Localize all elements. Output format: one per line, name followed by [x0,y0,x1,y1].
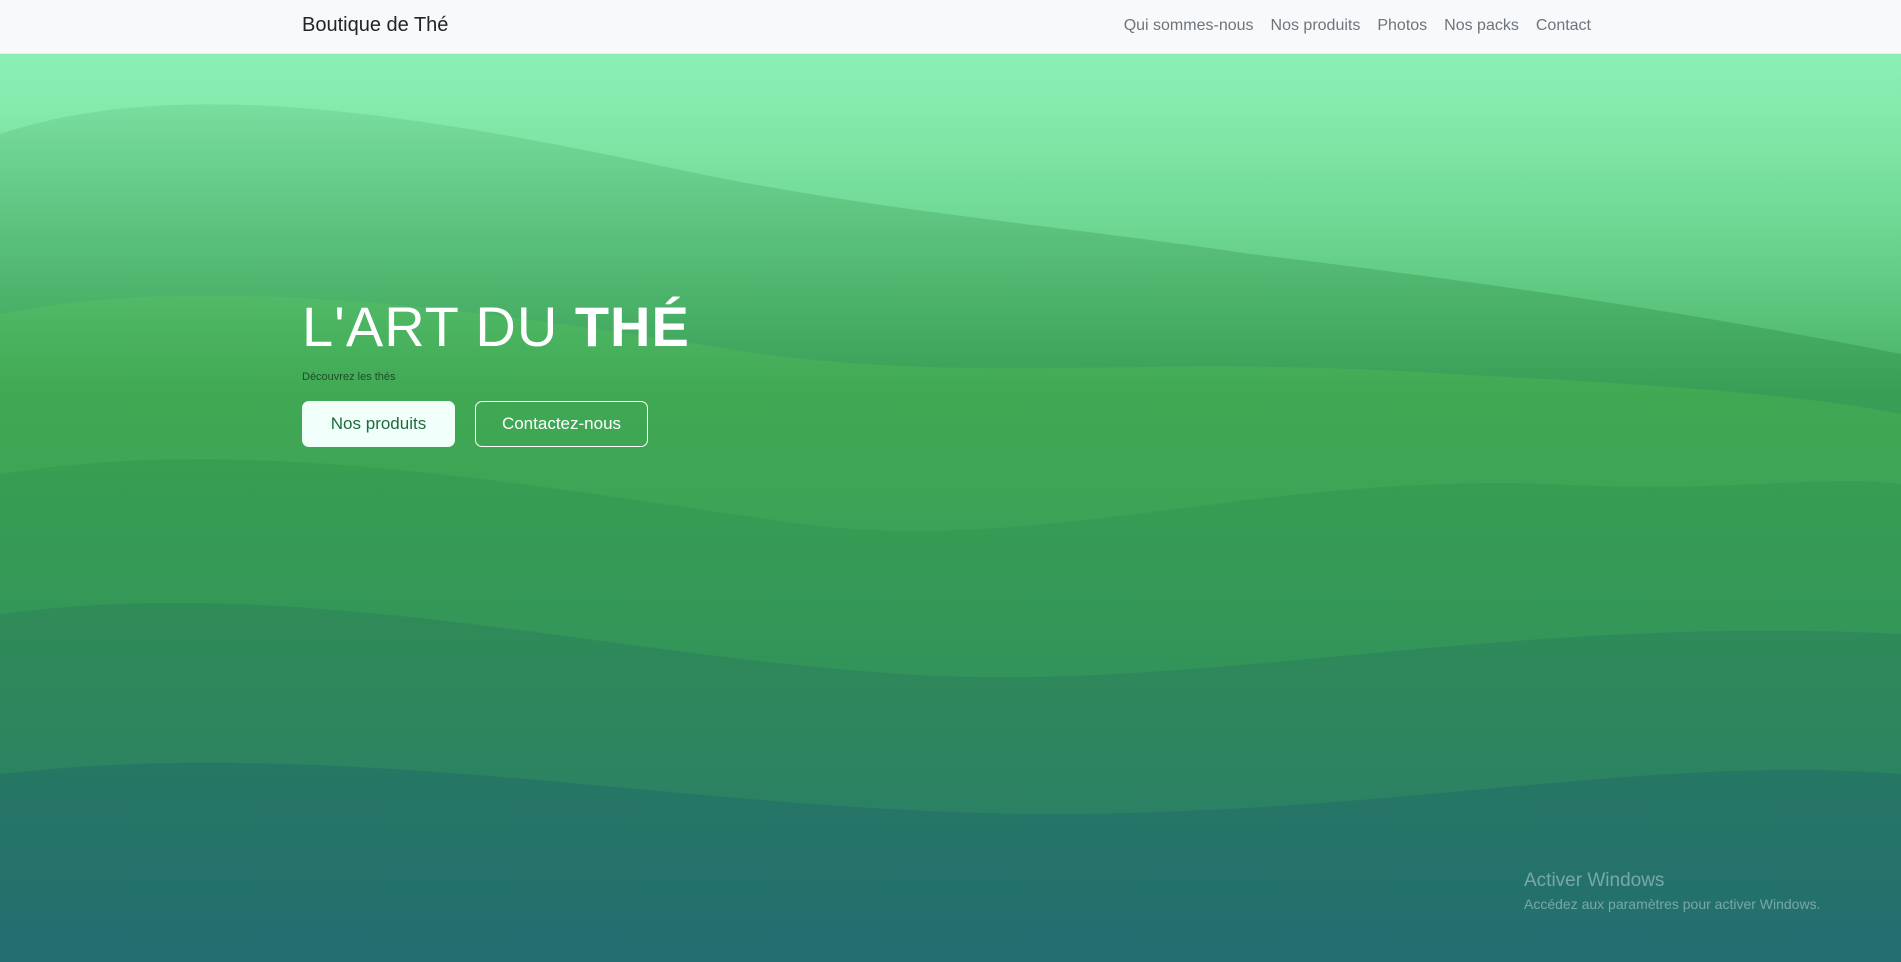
nav-link-nos-packs[interactable]: Nos packs [1444,17,1519,35]
hero-section: L'ART DU THÉ Découvrez les thés Nos prod… [0,54,1901,962]
hero-subtitle: Découvrez les thés [302,371,396,383]
hero-buttons: Nos produits Contactez-nous [302,401,690,447]
watermark-title: Activer Windows [1524,870,1665,891]
watermark-subtitle: Accédez aux paramètres pour activer Wind… [1524,896,1821,912]
brand-link[interactable]: Boutique de Thé [302,14,448,37]
hero-title: L'ART DU THÉ [302,294,690,359]
tea-plantation-background [0,54,1901,962]
hero-title-bold: THÉ [574,295,690,358]
hero-content: L'ART DU THÉ Découvrez les thés Nos prod… [302,294,690,447]
hero-title-light: L'ART DU [302,295,575,358]
nav-link-nos-produits[interactable]: Nos produits [1271,17,1361,35]
nav-link-photos[interactable]: Photos [1377,17,1427,35]
navbar: Boutique de Thé Qui sommes-nous Nos prod… [0,0,1901,54]
nav-links: Qui sommes-nous Nos produits Photos Nos … [1124,17,1591,35]
nos-produits-button[interactable]: Nos produits [302,401,455,447]
nav-link-qui-sommes-nous[interactable]: Qui sommes-nous [1124,17,1254,35]
nav-link-contact[interactable]: Contact [1536,17,1591,35]
contactez-nous-button[interactable]: Contactez-nous [475,401,648,447]
windows-activation-watermark: Activer Windows Accédez aux paramètres p… [1524,870,1820,912]
